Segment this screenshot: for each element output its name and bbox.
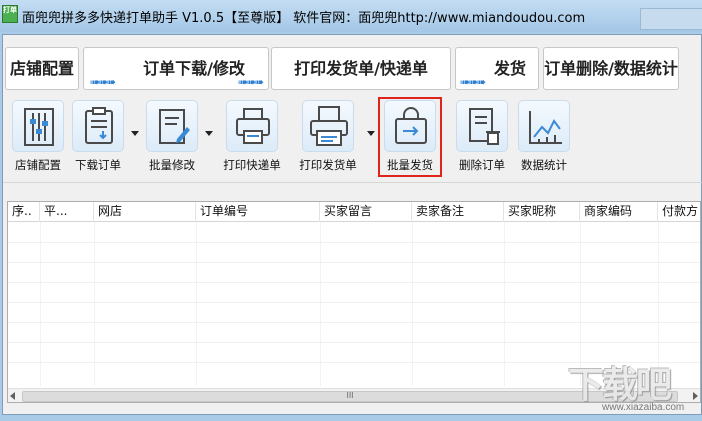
tool-label: 批量修改 <box>149 158 195 172</box>
nav-step-label: 发货 <box>493 59 526 78</box>
workflow-nav: 店铺配置 ➠➠➠ 订单下载/修改 ➠➠➠ 打印发货单/快递单 ➠➠➠ 发货 订单… <box>3 43 702 95</box>
grid-line <box>8 302 700 303</box>
window-title: 面兜兜拼多多快递打单助手 V1.0.5【至尊版】 软件官网：面兜兜http://… <box>22 11 586 26</box>
scroll-left-icon[interactable] <box>10 392 15 400</box>
nav-step-order-download[interactable]: ➠➠➠ 订单下载/修改 ➠➠➠ <box>83 47 269 90</box>
nav-step-shop-config[interactable]: 店铺配置 <box>5 47 79 90</box>
app-window: 打单 面兜兜拼多多快递打单助手 V1.0.5【至尊版】 软件官网：面兜兜http… <box>0 0 702 421</box>
nav-step-print[interactable]: 打印发货单/快递单 <box>271 47 451 90</box>
receipt-printer-icon <box>302 100 354 152</box>
grid-line <box>8 342 700 343</box>
edit-document-icon <box>146 100 198 152</box>
grid-line <box>8 282 700 283</box>
batch-edit-button[interactable]: 批量修改 <box>139 100 205 178</box>
tool-label: 店铺配置 <box>15 158 61 172</box>
background-window-tab <box>640 8 702 30</box>
title-bar[interactable]: 打单 面兜兜拼多多快递打单助手 V1.0.5【至尊版】 软件官网：面兜兜http… <box>0 0 702 32</box>
column-header-index[interactable]: 序.. <box>8 202 40 222</box>
printer-icon <box>226 100 278 152</box>
delete-document-icon <box>456 100 508 152</box>
column-header-buyer-message[interactable]: 买家留言 <box>320 202 412 222</box>
app-icon: 打单 <box>2 5 18 23</box>
tool-label: 删除订单 <box>459 158 505 172</box>
tool-label: 数据统计 <box>521 158 567 172</box>
line-chart-icon <box>518 100 570 152</box>
nav-step-delete-stats[interactable]: 订单删除/数据统计 <box>543 47 679 90</box>
column-header-buyer-nickname[interactable]: 买家昵称 <box>504 202 580 222</box>
download-dropdown-caret-icon[interactable] <box>131 131 139 136</box>
column-header-platform[interactable]: 平... <box>40 202 94 222</box>
statistics-button[interactable]: 数据统计 <box>511 100 577 178</box>
column-header-order-no[interactable]: 订单编号 <box>196 202 320 222</box>
download-orders-button[interactable]: 下载订单 <box>65 100 131 178</box>
grid-line <box>8 262 700 263</box>
toolbar: 店铺配置 下载订单 批量修改 打印快递单 打印发货单 批量发货 删除订单 数据统… <box>3 97 702 183</box>
watermark-logo: 下载吧 www.xiazaiba.com <box>560 352 702 418</box>
print-express-button[interactable]: 打印快递单 <box>219 100 285 178</box>
download-clipboard-icon <box>72 100 124 152</box>
print-invoice-dropdown-caret-icon[interactable] <box>367 131 375 136</box>
tool-label: 打印快递单 <box>223 158 281 172</box>
delete-orders-button[interactable]: 删除订单 <box>449 100 515 178</box>
nav-step-label: 订单下载/修改 <box>143 59 245 78</box>
sliders-icon <box>12 100 64 152</box>
nav-step-ship[interactable]: ➠➠➠ 发货 <box>455 47 539 90</box>
column-header-payment[interactable]: 付款方 <box>658 202 700 222</box>
tool-label: 打印发货单 <box>299 158 357 172</box>
batch-edit-dropdown-caret-icon[interactable] <box>205 131 213 136</box>
column-header-shop[interactable]: 网店 <box>94 202 196 222</box>
highlight-box <box>378 97 442 177</box>
column-header-merchant-code[interactable]: 商家编码 <box>580 202 658 222</box>
tool-label: 下载订单 <box>75 158 121 172</box>
shop-config-button[interactable]: 店铺配置 <box>5 100 71 178</box>
watermark-url: www.xiazaiba.com <box>602 402 685 413</box>
grid-line <box>8 242 700 243</box>
grid-line <box>8 322 700 323</box>
print-invoice-button[interactable]: 打印发货单 <box>295 100 361 178</box>
watermark-text: 下载吧 <box>568 364 672 406</box>
table-header: 序.. 平... 网店 订单编号 买家留言 卖家备注 买家昵称 商家编码 付款方 <box>8 202 700 222</box>
column-header-seller-note[interactable]: 卖家备注 <box>412 202 504 222</box>
